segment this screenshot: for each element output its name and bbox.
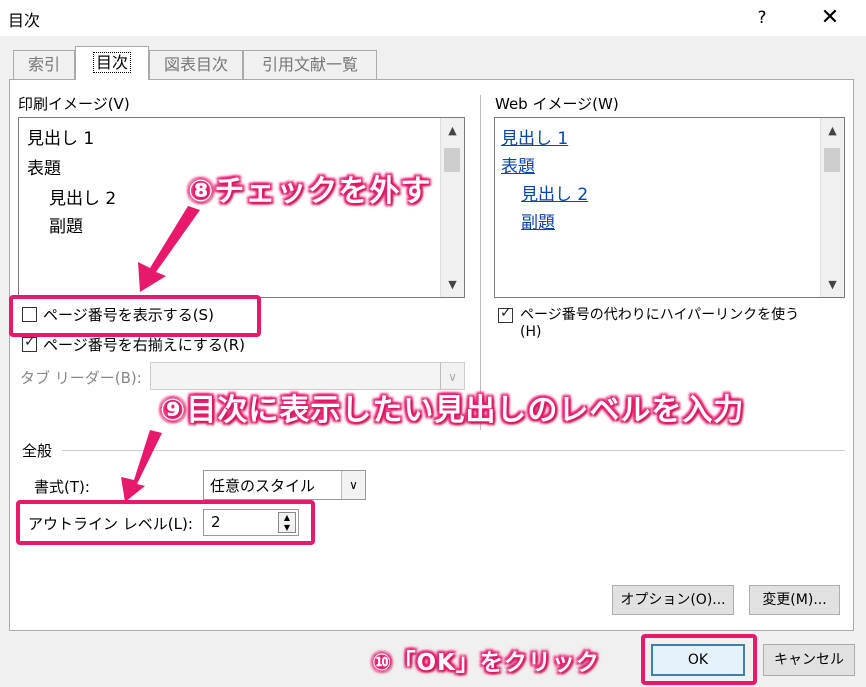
tab-toc-label: 目次 xyxy=(92,52,131,73)
annotation-arrows xyxy=(121,206,200,502)
annotation-step9: ⑨目次に表示したい見出しのレベルを入力 xyxy=(160,393,745,428)
annotation-step10: ⑩「OK」をクリック xyxy=(372,650,600,676)
tab-toc[interactable]: 目次 xyxy=(75,46,149,80)
arrow-to-outline-level-icon xyxy=(121,430,162,502)
arrow-to-checkbox-icon xyxy=(138,206,200,292)
annotation-step8: ⑧チェックを外す xyxy=(188,174,432,209)
